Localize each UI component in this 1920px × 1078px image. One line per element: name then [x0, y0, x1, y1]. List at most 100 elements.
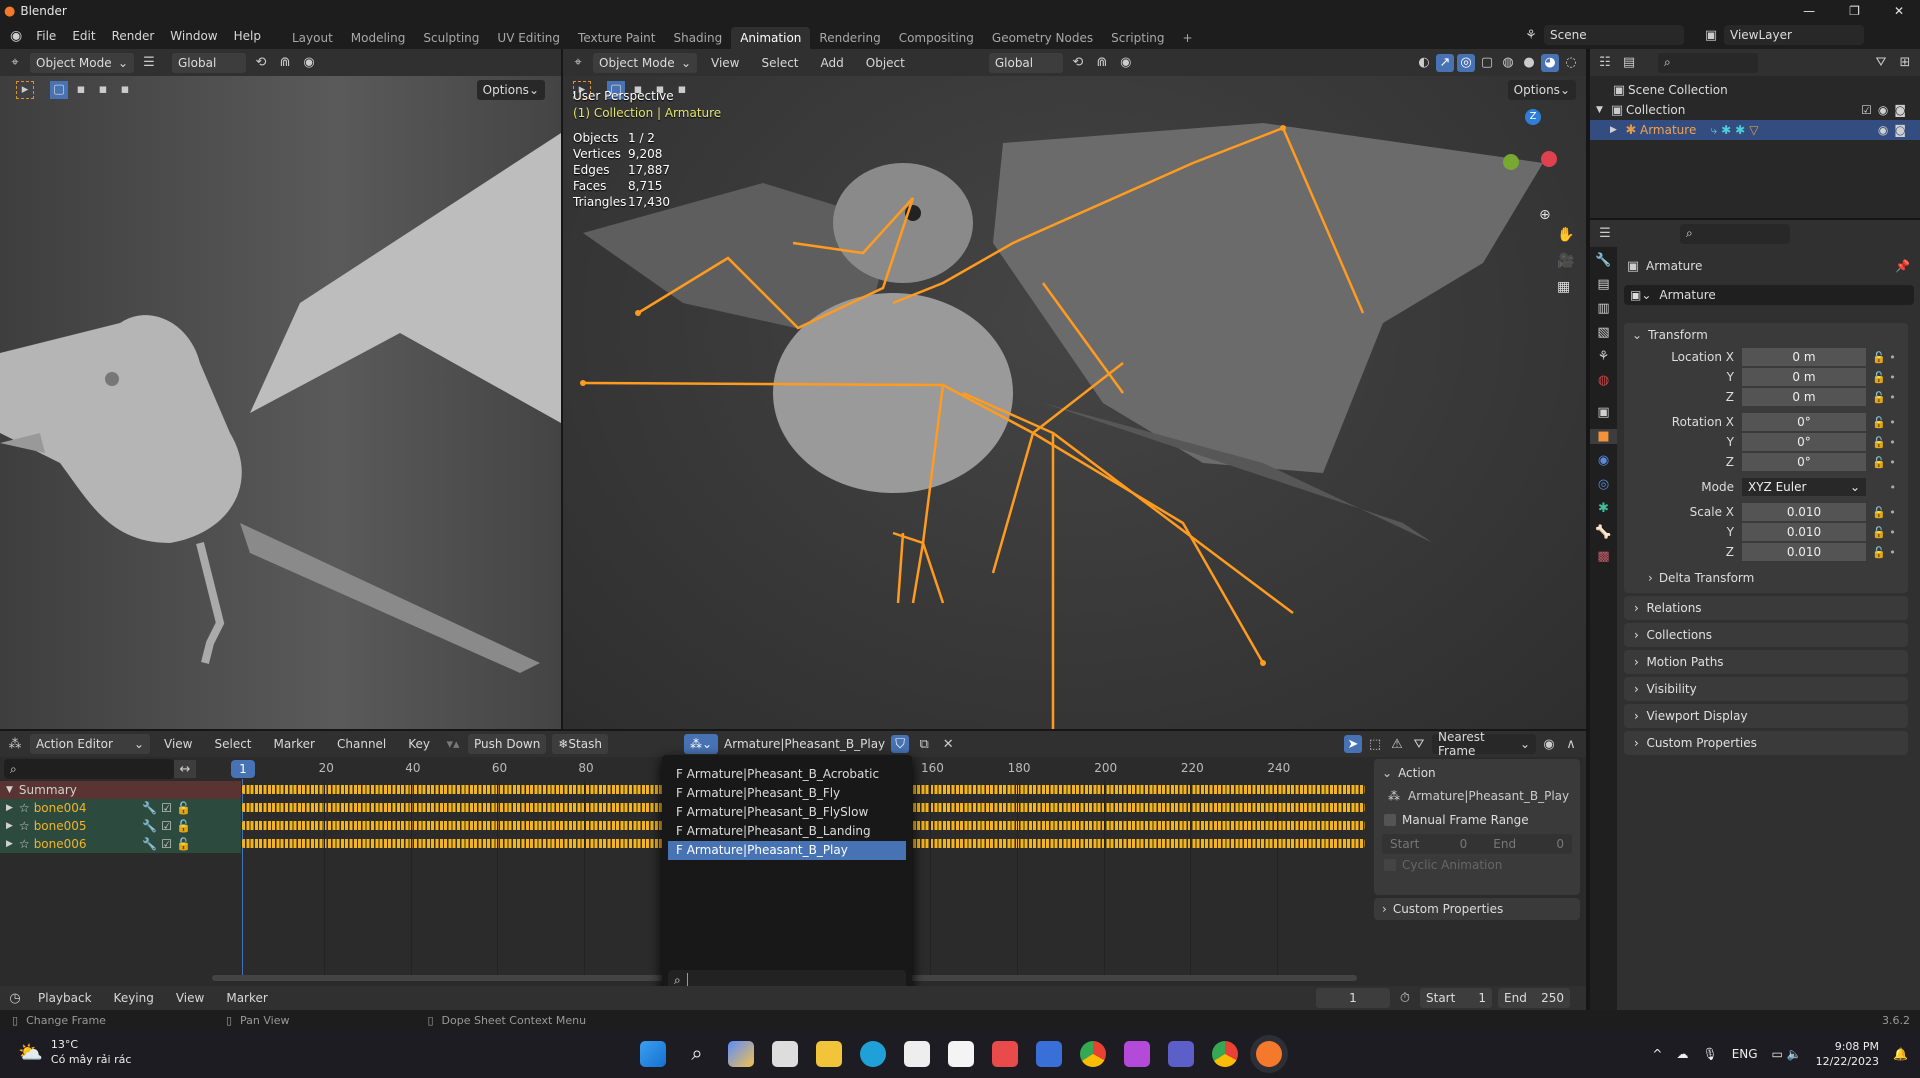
object-type-icon[interactable]: ▣⌄: [1630, 288, 1651, 302]
collection-tab-icon[interactable]: ▣: [1597, 405, 1609, 420]
action-name[interactable]: Armature|Pheasant_B_Play: [724, 737, 885, 751]
outliner-scene-collection[interactable]: ▣ Scene Collection: [1590, 80, 1920, 100]
action-menu-item[interactable]: F Armature|Pheasant_B_Acrobatic: [668, 765, 906, 784]
scale-z-field[interactable]: 0.010: [1742, 542, 1866, 562]
proportional-edit-icon[interactable]: ◉: [1117, 54, 1135, 72]
store-icon[interactable]: [948, 1041, 974, 1067]
render-tab-icon[interactable]: ▤: [1597, 277, 1609, 292]
tab-compositing[interactable]: Compositing: [890, 27, 983, 49]
chrome-icon[interactable]: [1080, 1041, 1106, 1067]
network-volume-icon[interactable]: ▭ 🔈: [1772, 1047, 1802, 1061]
channel-bone004[interactable]: ▶ ☆ bone004 🔧☑🔓: [0, 799, 241, 817]
lock-icon[interactable]: 🔓 •: [1866, 436, 1902, 449]
chrome-profile-icon[interactable]: [1212, 1041, 1238, 1067]
end-frame-field[interactable]: End 250: [1498, 988, 1570, 1008]
outliner-search-input[interactable]: ⌕: [1658, 52, 1758, 73]
file-explorer-icon[interactable]: [816, 1041, 842, 1067]
outliner-armature[interactable]: ▶ ✱ Armature ⤷✱✱▽ ◉◙: [1590, 120, 1920, 140]
camera-icon[interactable]: 🎥: [1557, 253, 1574, 269]
lock-icon[interactable]: 🔓 •: [1866, 456, 1902, 469]
channel-controls[interactable]: 🔧☑🔓: [142, 819, 195, 833]
action-menu-item[interactable]: F Armature|Pheasant_B_Fly: [668, 784, 906, 803]
minimize-button[interactable]: —: [1803, 4, 1815, 18]
tab-sculpting[interactable]: Sculpting: [414, 27, 488, 49]
channel-controls[interactable]: 🔧☑🔓: [142, 801, 195, 815]
gizmo-toggle-icon[interactable]: ↗: [1436, 53, 1454, 72]
menu-edit[interactable]: Edit: [64, 29, 103, 43]
material-shading-icon[interactable]: ◕: [1541, 53, 1559, 72]
menu-file[interactable]: File: [28, 29, 64, 43]
options-button[interactable]: Options ⌄: [1507, 79, 1576, 100]
lock-icon[interactable]: 🔓 •: [1866, 371, 1902, 384]
viewport-display-panel[interactable]: › Viewport Display: [1624, 704, 1908, 728]
new-collection-icon[interactable]: ⊞: [1896, 54, 1914, 72]
scene-tab-icon[interactable]: ⚘: [1598, 349, 1610, 364]
view-layer-selector[interactable]: ViewLayer: [1724, 25, 1864, 45]
menu-icon[interactable]: ☰: [140, 54, 158, 72]
affinity-icon[interactable]: [1124, 1041, 1150, 1067]
close-button[interactable]: ✕: [1894, 4, 1904, 18]
menu-channel[interactable]: Channel: [329, 737, 394, 751]
lock-icon[interactable]: 🔓 •: [1866, 506, 1902, 519]
pivot-icon[interactable]: ⟲: [1069, 54, 1087, 72]
filter-icon[interactable]: ⛛: [1410, 735, 1428, 753]
tab-shading[interactable]: Shading: [664, 27, 731, 49]
scale-y-field[interactable]: 0.010: [1742, 522, 1866, 542]
duplicate-action-icon[interactable]: ⧉: [915, 735, 933, 753]
only-selected-icon[interactable]: ➤: [1344, 735, 1362, 753]
proportional-edit-icon[interactable]: ◉: [1540, 735, 1558, 753]
gizmo-z-axis[interactable]: Z: [1525, 109, 1541, 125]
language-indicator[interactable]: ENG: [1732, 1047, 1758, 1061]
lock-icon[interactable]: 🔓 •: [1866, 351, 1902, 364]
lock-icon[interactable]: 🔓 •: [1866, 546, 1902, 559]
menu-keying[interactable]: Keying: [106, 991, 162, 1005]
snipping-tool-icon[interactable]: [904, 1041, 930, 1067]
menu-marker[interactable]: Marker: [266, 737, 323, 751]
tray-chevron-icon[interactable]: ^: [1652, 1047, 1662, 1061]
action-menu-item-selected[interactable]: F Armature|Pheasant_B_Play: [668, 841, 906, 860]
falloff-icon[interactable]: ∧: [1562, 735, 1580, 753]
rotation-mode-dropdown[interactable]: XYZ Euler ⌄: [1742, 477, 1866, 497]
swap-icon[interactable]: ↔: [174, 760, 196, 778]
mode-dropdown[interactable]: Object Mode ⌄: [593, 52, 697, 73]
location-z-field[interactable]: 0 m: [1742, 387, 1866, 407]
rotation-y-field[interactable]: 0°: [1742, 432, 1866, 452]
expand-arrow-icon[interactable]: ▶: [1610, 125, 1622, 135]
tool-tab-icon[interactable]: 🔧: [1595, 253, 1611, 268]
select-subtract-icon[interactable]: ▪: [94, 81, 112, 99]
solid-shading-icon[interactable]: ●: [1520, 54, 1538, 72]
overlay-toggle-icon[interactable]: ◎: [1457, 53, 1475, 72]
editor-type-icon[interactable]: ⁂: [6, 735, 24, 753]
rotation-z-field[interactable]: 0°: [1742, 452, 1866, 472]
scale-x-field[interactable]: 0.010: [1742, 502, 1866, 522]
texture-tab-icon[interactable]: ▩: [1597, 549, 1609, 564]
stash-button[interactable]: ❄ Stash: [552, 734, 608, 754]
lock-icon[interactable]: 🔓 •: [1866, 416, 1902, 429]
maximize-button[interactable]: ❐: [1849, 4, 1860, 18]
location-y-field[interactable]: 0 m: [1742, 367, 1866, 387]
options-button[interactable]: Options ⌄: [476, 79, 545, 100]
transform-panel-header[interactable]: ⌄ Transform: [1624, 323, 1908, 347]
editor-type-icon[interactable]: ⌖: [569, 54, 587, 72]
outliner-collection[interactable]: ▼ ▣ Collection ☑◉◙: [1590, 100, 1920, 120]
main-viewport[interactable]: ⌖ Object Mode ⌄ View Select Add Object Gl…: [563, 49, 1586, 729]
push-down-button[interactable]: Push Down: [468, 734, 547, 754]
add-workspace-button[interactable]: +: [1174, 27, 1202, 49]
copilot-icon[interactable]: [728, 1041, 754, 1067]
tab-texture-paint[interactable]: Texture Paint: [569, 27, 664, 49]
motion-paths-panel[interactable]: › Motion Paths: [1624, 650, 1908, 674]
blender-taskbar-icon[interactable]: [1256, 1041, 1282, 1067]
tab-modeling[interactable]: Modeling: [342, 27, 415, 49]
clock[interactable]: 9:08 PM 12/22/2023: [1816, 1039, 1879, 1069]
outliner-editor-icon[interactable]: ☷: [1596, 54, 1614, 72]
select-tool-icon[interactable]: ▸: [16, 80, 34, 99]
tab-uv-editing[interactable]: UV Editing: [488, 27, 569, 49]
pin-icon[interactable]: 📌: [1895, 259, 1910, 273]
current-frame-indicator[interactable]: 1: [231, 760, 255, 778]
menu-playback[interactable]: Playback: [30, 991, 100, 1005]
menu-key[interactable]: Key: [400, 737, 438, 751]
channel-summary[interactable]: ▼ Summary: [0, 781, 241, 799]
select-extend-icon[interactable]: ▪: [72, 81, 90, 99]
menu-view[interactable]: View: [156, 737, 200, 751]
menu-object[interactable]: Object: [858, 56, 913, 70]
